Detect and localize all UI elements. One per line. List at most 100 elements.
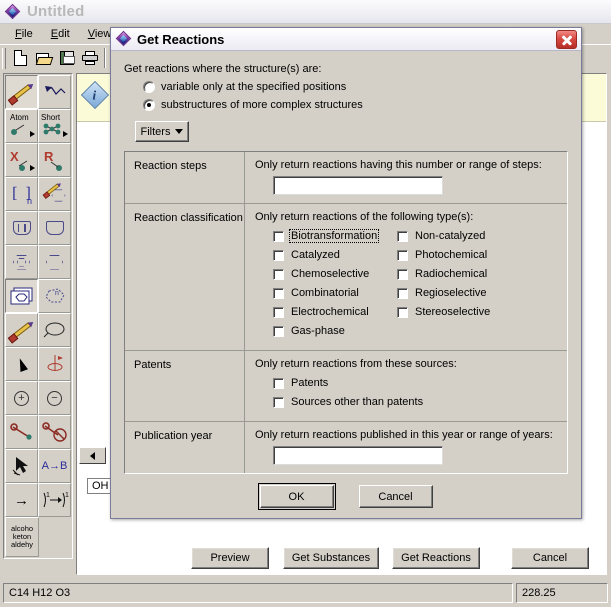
dialog-ok-button[interactable]: OK (257, 483, 336, 510)
filters-dropdown-button[interactable]: Filters (135, 121, 189, 142)
filter-row-patents: Patents Only return reactions from these… (125, 351, 567, 422)
checkbox-box[interactable] (273, 268, 284, 280)
checkbox-box[interactable] (273, 230, 284, 242)
checkbox-regioselective[interactable]: Regioselective (397, 285, 521, 301)
checkbox-label: Radiochemical (415, 268, 488, 280)
dialog-cancel-button[interactable]: Cancel (358, 485, 433, 508)
checkbox-box[interactable] (273, 396, 284, 408)
app-diamond-icon (4, 3, 21, 20)
app-diamond-icon (115, 30, 132, 47)
tool-variable-atom-x[interactable]: X (5, 143, 38, 177)
checkbox-box[interactable] (397, 306, 408, 318)
new-document-button[interactable] (9, 47, 32, 69)
checkbox-patents[interactable]: Patents (273, 375, 424, 391)
tool-r-group[interactable]: R (38, 143, 71, 177)
tool-decrease-charge[interactable]: − (38, 381, 71, 415)
checkbox-box[interactable] (273, 325, 284, 337)
checkbox-combinatorial[interactable]: Combinatorial (273, 285, 397, 301)
chevron-right-icon (30, 165, 35, 171)
checkbox-sources-other-than-patents[interactable]: Sources other than patents (273, 394, 424, 410)
status-bar: C14 H12 O3 228.25 (3, 583, 608, 603)
publication-year-input[interactable] (273, 446, 443, 465)
menu-edit[interactable]: Edit (42, 27, 79, 41)
unmap-atoms-icon (41, 422, 67, 442)
menu-file[interactable]: File (6, 27, 42, 41)
tool-repeating-group[interactable]: [ ] n (5, 177, 38, 211)
checkbox-box[interactable] (397, 287, 408, 299)
preview-button[interactable]: Preview (191, 547, 269, 569)
tool-multistep-arrow[interactable]: 1 1 (38, 483, 71, 517)
checkbox-box[interactable] (273, 287, 284, 299)
tool-pointer-select[interactable] (5, 347, 38, 381)
tool-shortcut[interactable]: Short (38, 109, 71, 143)
tool-cyclopentane[interactable] (38, 211, 71, 245)
open-file-button[interactable] (32, 47, 55, 69)
hexagon-icon (52, 189, 66, 201)
toolbar-grip[interactable] (2, 47, 6, 69)
close-icon[interactable] (556, 29, 577, 49)
tool-increase-charge[interactable]: + (5, 381, 38, 415)
tool-unmap-atoms[interactable] (38, 415, 71, 449)
print-button[interactable] (78, 47, 101, 69)
tool-reaction-arrow[interactable]: → (5, 483, 38, 517)
filter-row-reaction-steps: Reaction steps Only return reactions hav… (125, 152, 567, 204)
dialog-title: Get Reactions (137, 31, 225, 47)
filter-content: Only return reactions of the following t… (245, 204, 567, 350)
checkbox-photochemical[interactable]: Photochemical (397, 247, 521, 263)
checkbox-biotransformation[interactable]: Biotransformation (273, 228, 397, 244)
tool-rotate[interactable] (38, 347, 71, 381)
radio-substructures[interactable]: substructures of more complex structures (143, 99, 571, 111)
patents-checkbox-grid: Patents Sources other than patents (273, 375, 559, 413)
cancel-button[interactable]: Cancel (511, 547, 589, 569)
checkbox-box[interactable] (273, 249, 284, 261)
checkbox-label: Electrochemical (291, 306, 369, 318)
chain-icon (44, 86, 65, 95)
tool-lasso-select[interactable] (38, 313, 71, 347)
get-substances-button[interactable]: Get Substances (283, 547, 379, 569)
radio-variable-positions[interactable]: variable only at the specified positions (143, 81, 571, 93)
radio-button[interactable] (143, 81, 155, 93)
tool-draw-bond-pencil[interactable] (5, 75, 38, 109)
checkbox-radiochemical[interactable]: Radiochemical (397, 266, 521, 282)
tool-cyclohexane[interactable] (38, 245, 71, 279)
checkbox-box[interactable] (273, 377, 284, 389)
tool-edit-ring[interactable] (38, 177, 71, 211)
tool-erase[interactable] (5, 449, 38, 483)
tool-heteroring[interactable]: n (38, 279, 71, 313)
checkbox-label: Biotransformation (288, 229, 380, 243)
tool-chain[interactable] (38, 75, 71, 109)
tool-benzene[interactable] (5, 245, 38, 279)
checkbox-chemoselective[interactable]: Chemoselective (273, 266, 397, 282)
tool-atom-to-atom-map[interactable]: A→B (38, 449, 71, 483)
checkbox-stereoselective[interactable]: Stereoselective (397, 304, 521, 320)
dialog-prompt: Get reactions where the structure(s) are… (124, 63, 322, 75)
tool-atom-label: Atom (10, 113, 29, 122)
checkbox-electrochemical[interactable]: Electrochemical (273, 304, 397, 320)
hexagon-icon (46, 255, 63, 270)
filter-row-publication-year: Publication year Only return reactions p… (125, 422, 567, 473)
tool-atom[interactable]: Atom (5, 109, 38, 143)
checkbox-box[interactable] (273, 306, 284, 318)
reaction-steps-input[interactable] (273, 176, 443, 195)
pentagon-icon (45, 221, 64, 235)
checkbox-label: Patents (291, 377, 329, 389)
checkbox-box[interactable] (397, 230, 408, 242)
radio-button[interactable] (143, 99, 155, 111)
classification-checkbox-grid: Biotransformation Catalyzed Chemoselecti… (273, 228, 559, 342)
checkbox-non-catalyzed[interactable]: Non-catalyzed (397, 228, 521, 244)
get-reactions-button[interactable]: Get Reactions (392, 547, 480, 569)
checkbox-label: Stereoselective (415, 306, 491, 318)
info-icon: i (80, 80, 110, 110)
canvas-scroll-left-button[interactable] (79, 447, 106, 464)
checkbox-box[interactable] (397, 249, 408, 261)
checkbox-catalyzed[interactable]: Catalyzed (273, 247, 397, 263)
save-button[interactable] (55, 47, 78, 69)
checkbox-box[interactable] (397, 268, 408, 280)
checkbox-label: Non-catalyzed (415, 230, 486, 242)
checkbox-gas-phase[interactable]: Gas-phase (273, 323, 397, 339)
dialog-title-bar: Get Reactions (111, 28, 581, 51)
tool-templates[interactable] (5, 279, 38, 313)
tool-map-atoms[interactable] (5, 415, 38, 449)
tool-cyclopentadiene[interactable] (5, 211, 38, 245)
tool-bold-bond[interactable] (5, 313, 38, 347)
